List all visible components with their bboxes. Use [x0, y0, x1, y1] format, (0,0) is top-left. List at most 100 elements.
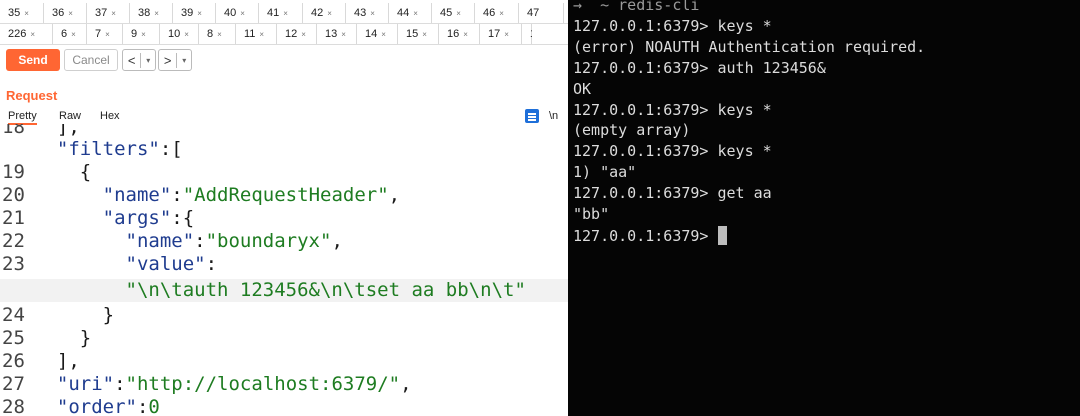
repeater-tab-label: 37 [95, 7, 108, 19]
close-icon[interactable]: × [24, 9, 29, 18]
close-icon[interactable]: × [499, 9, 504, 18]
repeater-tab[interactable]: 10 × [160, 24, 199, 44]
terminal-line: 127.0.0.1:6379> keys * [573, 16, 772, 35]
repeater-tab[interactable]: 14 × [357, 24, 398, 44]
repeater-tab-label: 36 [52, 7, 65, 19]
close-icon[interactable]: × [370, 9, 375, 18]
chevron-down-icon[interactable]: ▾ [177, 56, 191, 65]
close-icon[interactable]: × [154, 9, 159, 18]
close-icon[interactable]: × [240, 9, 245, 18]
terminal-line: 127.0.0.1:6379> [573, 225, 727, 245]
code-line: 22 "name":"boundaryx", [0, 230, 568, 253]
code-line: 26 ], [0, 350, 568, 373]
close-icon[interactable]: × [184, 30, 189, 39]
close-icon[interactable]: × [259, 30, 264, 39]
code-text: "order":0 [56, 396, 160, 416]
repeater-tab[interactable]: 13 × [317, 24, 357, 44]
repeater-tab-label: 39 [181, 7, 194, 19]
line-number: 22 [2, 230, 25, 252]
close-icon[interactable]: × [381, 30, 386, 39]
repeater-tab[interactable]: 11 × [236, 24, 277, 44]
repeater-tab-label: 41 [267, 7, 280, 19]
tab-pretty[interactable]: Pretty [8, 110, 37, 125]
repeater-tab[interactable]: 7 × [87, 24, 123, 44]
terminal-line: 127.0.0.1:6379> keys * [573, 142, 772, 161]
repeater-tab[interactable]: 8 × [199, 24, 236, 44]
repeater-tab[interactable]: 45 × [432, 3, 475, 23]
tab-hex[interactable]: Hex [100, 110, 120, 122]
show-newlines-toggle[interactable]: \n [549, 110, 558, 122]
list-view-icon[interactable] [525, 109, 539, 123]
repeater-tab[interactable]: 40 × [216, 3, 259, 23]
cancel-button[interactable]: Cancel [64, 49, 118, 71]
repeater-tab-label: 40 [224, 7, 237, 19]
repeater-tab[interactable]: 41 × [259, 3, 303, 23]
code-text: "value": [125, 253, 218, 275]
repeater-tab[interactable]: 47 [519, 3, 564, 23]
code-line: 28 "order":0 [0, 396, 568, 416]
repeater-tab[interactable]: 15 × [398, 24, 439, 44]
close-icon[interactable]: × [341, 30, 346, 39]
line-number: 20 [2, 184, 25, 206]
close-icon[interactable]: × [105, 30, 110, 39]
repeater-tab-label: 226 [8, 28, 27, 40]
terminal-line: OK [573, 79, 592, 98]
send-button[interactable]: Send [6, 49, 60, 71]
code-text: } [34, 304, 115, 326]
close-icon[interactable]: × [283, 9, 288, 18]
close-icon[interactable]: × [71, 30, 76, 39]
close-icon[interactable]: × [422, 30, 427, 39]
tab-raw[interactable]: Raw [59, 110, 81, 122]
repeater-tab[interactable]: 44 × [389, 3, 432, 23]
back-arrow-icon: < [123, 52, 142, 68]
terminal-line: "bb" [573, 205, 610, 223]
repeater-tab[interactable]: 39 × [173, 3, 216, 23]
repeater-tab[interactable]: 43 × [346, 3, 389, 23]
repeater-tab[interactable]: 46 × [475, 3, 519, 23]
close-icon[interactable]: × [30, 30, 35, 39]
repeater-tab-label: 43 [354, 7, 367, 19]
repeater-tab[interactable]: 16 × [439, 24, 480, 44]
history-forward-button[interactable]: > ▾ [158, 49, 192, 71]
line-number: 18 [2, 124, 25, 138]
close-icon[interactable]: × [456, 9, 461, 18]
close-icon[interactable]: × [141, 30, 146, 39]
close-icon[interactable]: × [197, 9, 202, 18]
code-text: "name":"AddRequestHeader", [102, 184, 401, 206]
repeater-tab[interactable]: 35 × [0, 3, 44, 23]
repeater-tab[interactable]: 9 × [123, 24, 160, 44]
repeater-tab[interactable]: 17 × [480, 24, 522, 44]
close-icon[interactable]: × [413, 9, 418, 18]
repeater-tab-label: 8 [207, 28, 214, 40]
repeater-tab-label: 9 [131, 28, 138, 40]
line-number: 24 [2, 304, 25, 326]
close-icon[interactable]: × [111, 9, 116, 18]
repeater-tab-label: 42 [311, 7, 324, 19]
close-icon[interactable]: × [68, 9, 73, 18]
request-editor[interactable]: 18 ], "filters":[19 {20 "name":"AddReque… [0, 124, 568, 416]
repeater-tab[interactable]: 18 [522, 24, 532, 44]
close-icon[interactable]: × [463, 30, 468, 39]
repeater-tab[interactable]: 36 × [44, 3, 87, 23]
chevron-down-icon[interactable]: ▾ [141, 56, 155, 65]
repeater-tab-label: 16 [447, 28, 460, 40]
line-number: 26 [2, 350, 25, 372]
close-icon[interactable]: × [217, 30, 222, 39]
repeater-tab[interactable]: 6 × [53, 24, 87, 44]
tab-row-divider [0, 44, 568, 45]
close-icon[interactable]: × [301, 30, 306, 39]
repeater-tab[interactable]: 12 × [277, 24, 317, 44]
code-line: 20 "name":"AddRequestHeader", [0, 184, 568, 207]
repeater-tab[interactable]: 42 × [303, 3, 346, 23]
line-number: 21 [2, 207, 25, 229]
repeater-tab-label: 12 [285, 28, 298, 40]
repeater-tab[interactable]: 37 × [87, 3, 130, 23]
close-icon[interactable]: × [327, 9, 332, 18]
code-text: ], [34, 124, 80, 138]
history-back-button[interactable]: < ▾ [122, 49, 156, 71]
repeater-tab-label: 14 [365, 28, 378, 40]
repeater-tab[interactable]: 38 × [130, 3, 173, 23]
repeater-tab[interactable]: 226 × [0, 24, 53, 44]
terminal-window[interactable]: → ~ redis-cli 127.0.0.1:6379> keys * (erro… [568, 0, 1080, 416]
close-icon[interactable]: × [504, 30, 509, 39]
